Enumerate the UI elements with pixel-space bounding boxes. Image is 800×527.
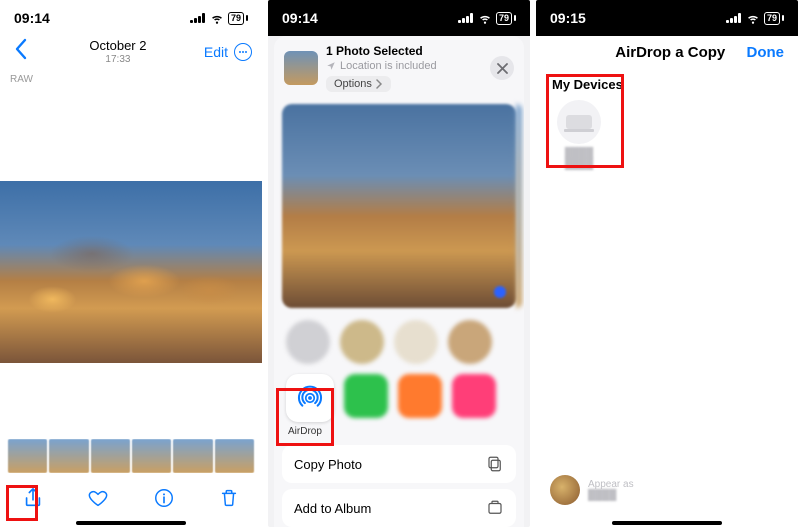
share-sheet: 1 Photo Selected Location is included Op… (274, 36, 524, 527)
back-button[interactable] (10, 38, 32, 66)
appear-as-row[interactable]: Appear as ████ (550, 475, 634, 505)
preview-photo[interactable] (282, 104, 516, 308)
share-app-tile[interactable] (398, 374, 442, 418)
main-photo[interactable] (0, 181, 262, 363)
status-right: 79 (726, 11, 784, 25)
cellular-icon (726, 13, 742, 23)
copy-photo-action[interactable]: Copy Photo (282, 445, 516, 483)
thumbnail[interactable] (173, 439, 212, 473)
status-bar: 09:14 79 (0, 0, 262, 36)
thumbnail-strip[interactable] (0, 439, 262, 473)
contact-avatar[interactable] (394, 320, 438, 364)
done-button[interactable]: Done (747, 44, 785, 61)
status-time: 09:14 (14, 10, 50, 26)
trash-icon (218, 487, 240, 509)
edit-button[interactable]: Edit (204, 44, 228, 60)
share-app-tile[interactable] (344, 374, 388, 418)
annotation-highlight-airdrop (276, 388, 334, 446)
location-arrow-icon (326, 61, 336, 71)
status-right: 79 (190, 11, 248, 25)
raw-badge: RAW (0, 74, 262, 85)
share-sheet-header: 1 Photo Selected Location is included Op… (274, 36, 524, 100)
copy-icon (486, 455, 504, 473)
status-right: 79 (458, 11, 516, 25)
more-menu-button[interactable] (234, 43, 252, 61)
share-contacts-row[interactable] (274, 312, 524, 368)
contact-avatar[interactable] (448, 320, 492, 364)
home-indicator[interactable] (76, 521, 186, 525)
thumbnail[interactable] (8, 439, 47, 473)
thumbnail[interactable] (49, 439, 88, 473)
share-actions-list: Copy Photo Add to Album (274, 441, 524, 527)
thumbnail[interactable] (215, 439, 254, 473)
info-button[interactable] (151, 485, 177, 511)
info-icon (153, 487, 175, 509)
status-time: 09:14 (282, 10, 318, 26)
contact-avatar[interactable] (340, 320, 384, 364)
photos-nav-bar: October 2 17:33 Edit (0, 36, 262, 70)
bottom-toolbar (0, 479, 262, 517)
location-included-label: Location is included (326, 60, 482, 72)
favorite-button[interactable] (85, 485, 111, 511)
battery-icon: 79 (496, 12, 516, 25)
album-icon (486, 499, 504, 517)
phone-photos-detail: 09:14 79 October 2 17:33 Edit (0, 0, 262, 527)
thumbnail[interactable] (91, 439, 130, 473)
wifi-icon (210, 11, 224, 25)
selection-count-label: 1 Photo Selected (326, 44, 482, 58)
chevron-right-icon (376, 79, 383, 89)
next-photo-sliver[interactable] (516, 104, 522, 308)
battery-icon: 79 (764, 12, 784, 25)
cellular-icon (190, 13, 206, 23)
time-label: 17:33 (89, 54, 146, 65)
phone-share-sheet: 09:14 79 1 Photo Selected Location is in… (268, 0, 530, 527)
photo-date-title: October 2 17:33 (89, 39, 146, 64)
status-time: 09:15 (550, 10, 586, 26)
options-button[interactable]: Options (326, 76, 391, 92)
sky-clouds (0, 181, 262, 363)
user-avatar (550, 475, 580, 505)
cellular-icon (458, 13, 474, 23)
delete-button[interactable] (216, 485, 242, 511)
heart-icon (87, 487, 109, 509)
wifi-icon (746, 11, 760, 25)
appear-as-label: Appear as (588, 479, 634, 490)
status-bar: 09:14 79 (268, 0, 530, 36)
close-icon (497, 63, 508, 74)
share-app-tile[interactable] (452, 374, 496, 418)
home-indicator[interactable] (612, 521, 722, 525)
page-title: AirDrop a Copy (594, 44, 747, 61)
header-thumbnail[interactable] (284, 51, 318, 85)
contact-avatar[interactable] (286, 320, 330, 364)
annotation-highlight-device (546, 74, 624, 168)
action-label: Add to Album (294, 501, 371, 516)
appear-as-name: ████ (588, 490, 634, 501)
action-label: Copy Photo (294, 457, 362, 472)
phone-airdrop-picker: 09:15 79 AirDrop a Copy Done My Devices … (536, 0, 798, 527)
airdrop-nav-bar: AirDrop a Copy Done (536, 36, 798, 71)
close-button[interactable] (490, 56, 514, 80)
date-label: October 2 (89, 38, 146, 53)
add-to-album-action[interactable]: Add to Album (282, 489, 516, 527)
battery-icon: 79 (228, 12, 248, 25)
annotation-highlight-share (6, 485, 38, 521)
status-bar: 09:15 79 (536, 0, 798, 36)
live-photo-indicator (494, 286, 506, 298)
thumbnail[interactable] (132, 439, 171, 473)
wifi-icon (478, 11, 492, 25)
